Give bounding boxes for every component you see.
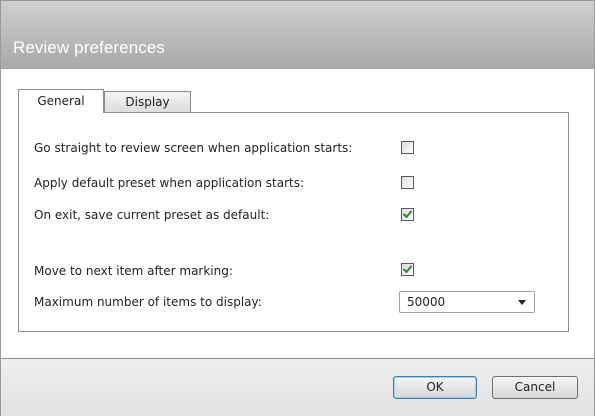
- tab-display[interactable]: Display: [104, 91, 191, 113]
- max-items-value: 50000: [407, 295, 446, 309]
- option-move-next-label: Move to next item after marking:: [34, 264, 233, 278]
- review-preferences-dialog: Review preferences General Display Go st…: [0, 0, 595, 416]
- cancel-button[interactable]: Cancel: [492, 376, 578, 399]
- max-items-label: Maximum number of items to display:: [34, 295, 262, 309]
- option-review-screen-checkbox[interactable]: [401, 141, 414, 154]
- option-save-preset-label: On exit, save current preset as default:: [34, 208, 270, 222]
- option-move-next-checkbox[interactable]: [401, 263, 414, 276]
- option-review-screen-label: Go straight to review screen when applic…: [34, 141, 353, 155]
- option-apply-preset-label: Apply default preset when application st…: [34, 176, 305, 190]
- dialog-title: Review preferences: [13, 38, 166, 57]
- checkmark-icon: [403, 210, 412, 218]
- option-save-preset-checkbox[interactable]: [401, 208, 414, 221]
- tab-general[interactable]: General: [18, 89, 104, 113]
- ok-button[interactable]: OK: [393, 376, 477, 399]
- dialog-footer: OK Cancel: [1, 358, 594, 416]
- checkmark-icon: [403, 265, 412, 273]
- max-items-select[interactable]: 50000: [399, 291, 535, 313]
- option-apply-preset-checkbox[interactable]: [401, 176, 414, 189]
- chevron-down-icon: [518, 300, 526, 305]
- title-bar[interactable]: Review preferences: [1, 1, 594, 69]
